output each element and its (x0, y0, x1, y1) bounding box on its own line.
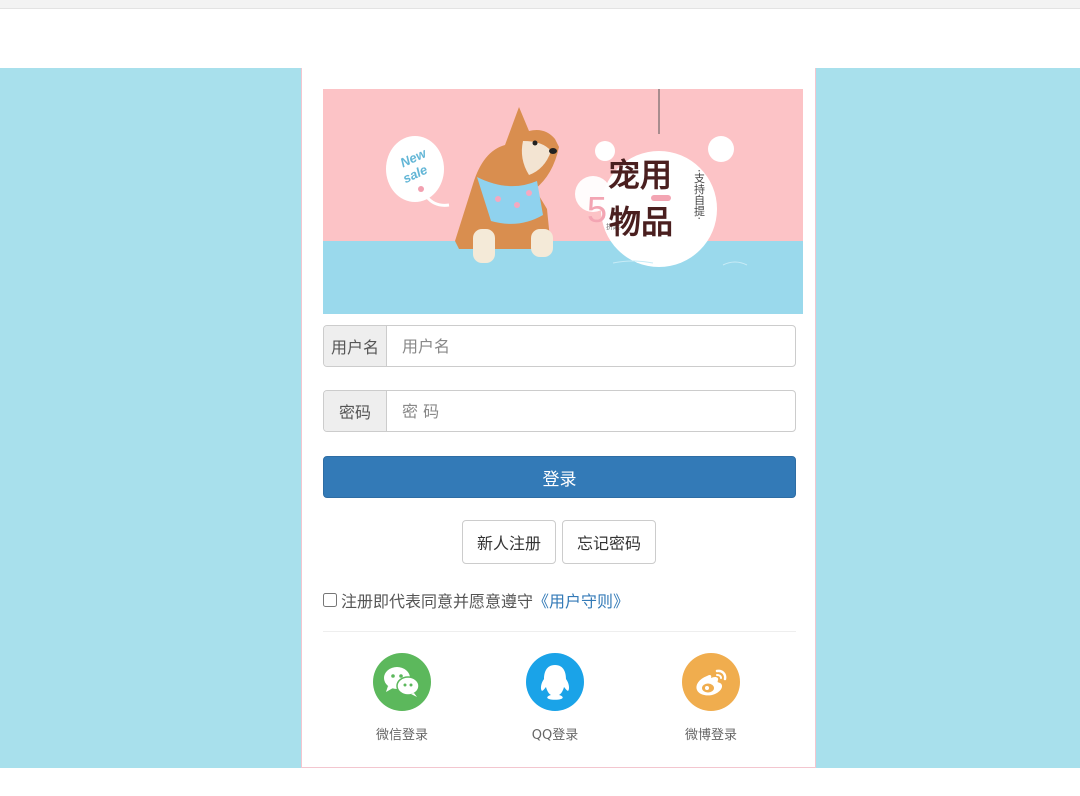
agreement-checkbox[interactable] (323, 593, 337, 607)
login-button[interactable]: 登录 (323, 456, 796, 498)
weibo-icon[interactable] (682, 653, 740, 711)
svg-text:物品: 物品 (609, 203, 673, 241)
banner-illustration: New sale 5 折起 宠用 物品 ·支持自提· (323, 89, 803, 314)
promo-banner: New sale 5 折起 宠用 物品 ·支持自提· (323, 89, 803, 314)
wechat-icon[interactable] (373, 653, 431, 711)
login-card: New sale 5 折起 宠用 物品 ·支持自提· 用户名 用户名 密码 登录… (301, 68, 816, 768)
forgot-password-button[interactable]: 忘记密码 (562, 520, 656, 564)
wechat-login-label: 微信登录 (375, 728, 428, 743)
username-input[interactable] (387, 326, 795, 366)
agreement-text: 注册即代表同意并愿意遵守 (341, 592, 534, 611)
password-input-group: 密码 (323, 390, 796, 432)
qq-login-label: QQ登录 (531, 728, 579, 743)
user-rules-link[interactable]: 《用户守则》 (533, 588, 629, 612)
username-input-group: 用户名 (323, 325, 796, 367)
qq-login[interactable]: QQ登录 (500, 653, 610, 743)
qq-icon[interactable] (526, 653, 584, 711)
wechat-login[interactable]: 微信登录 (347, 653, 457, 743)
divider (323, 631, 796, 632)
password-input[interactable] (387, 391, 795, 431)
browser-top-strip (0, 0, 1080, 9)
weibo-login[interactable]: 微博登录 (656, 653, 766, 743)
register-button[interactable]: 新人注册 (462, 520, 556, 564)
svg-text:5: 5 (587, 189, 607, 230)
password-label: 密码 (324, 391, 387, 431)
agreement-row: 注册即代表同意并愿意遵守 《用户守则》 (323, 588, 629, 612)
svg-text:宠用: 宠用 (608, 156, 672, 194)
username-label: 用户名 (324, 326, 388, 366)
weibo-login-label: 微博登录 (684, 728, 737, 743)
svg-text:·支持自提·: ·支持自提· (693, 169, 706, 220)
